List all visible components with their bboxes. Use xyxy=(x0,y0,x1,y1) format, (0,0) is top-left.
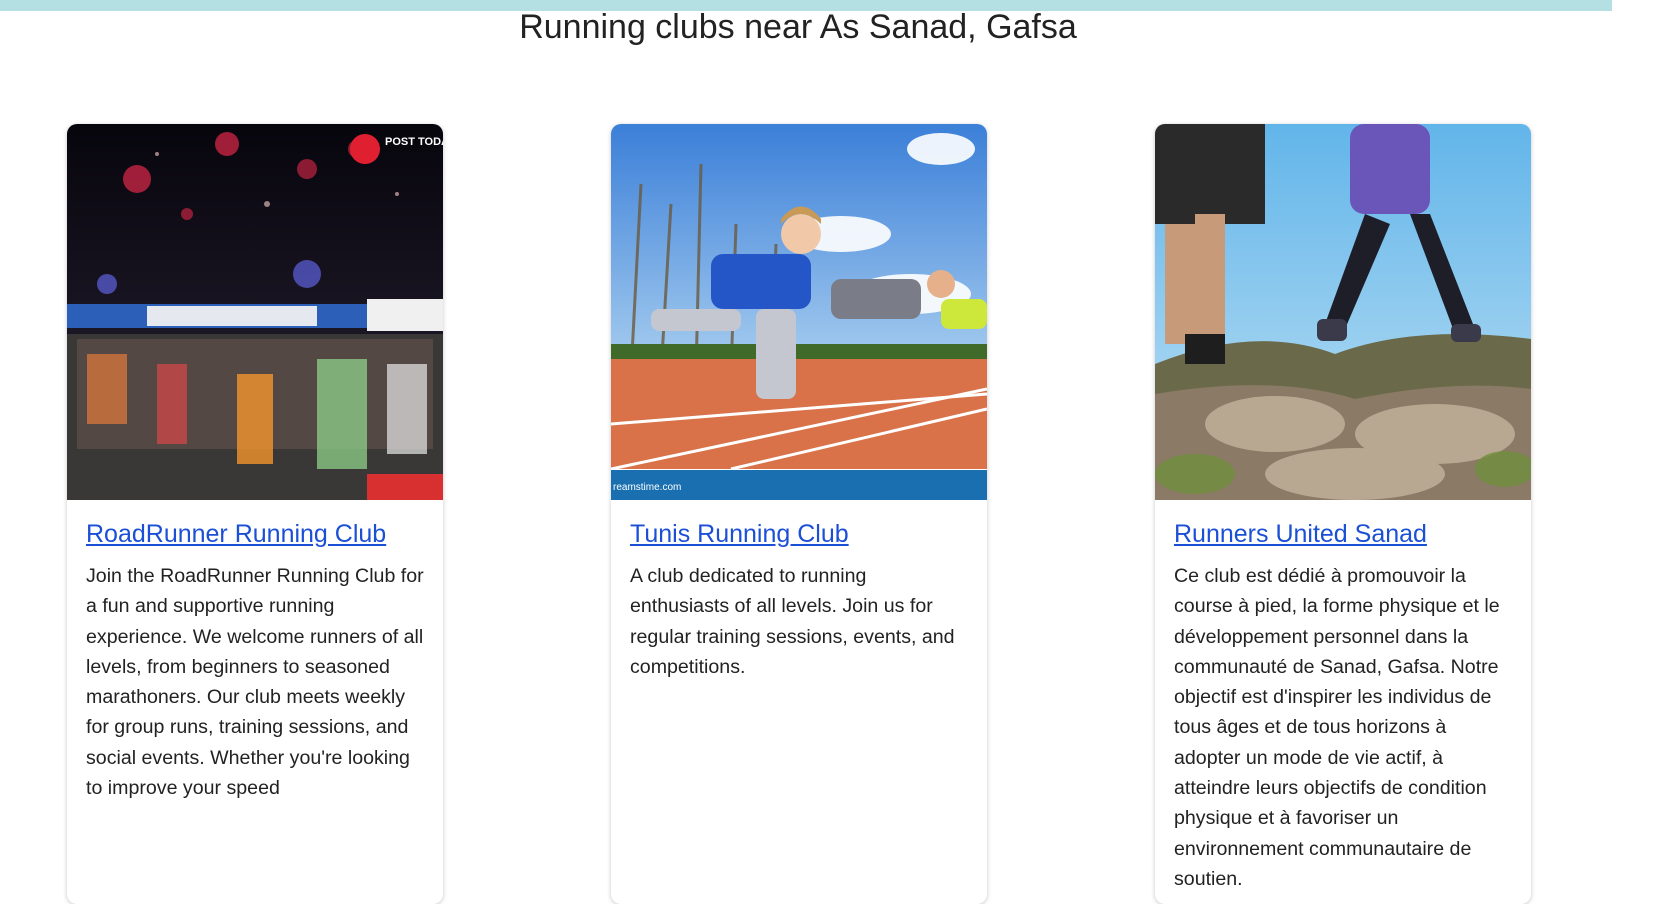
club-image[interactable]: reamstime.com xyxy=(611,124,987,500)
club-image[interactable] xyxy=(1155,124,1531,500)
club-card: Runners United Sanad Ce club est dédié à… xyxy=(1155,124,1531,904)
club-name-link[interactable]: RoadRunner Running Club xyxy=(86,520,386,549)
badge-text: POST TODAY xyxy=(385,136,443,148)
watermark-text: reamstime.com xyxy=(613,482,681,493)
track-start-photo-icon: reamstime.com xyxy=(611,124,987,500)
club-description: Join the RoadRunner Running Club for a f… xyxy=(86,565,424,800)
club-card: reamstime.com Tunis Running Club A club … xyxy=(611,124,987,904)
page-title: Running clubs near As Sanad, Gafsa xyxy=(519,8,1077,46)
night-marathon-photo-icon: POST TODAY xyxy=(67,124,443,500)
club-image[interactable]: POST TODAY xyxy=(67,124,443,500)
club-name-link[interactable]: Tunis Running Club xyxy=(630,520,849,549)
club-description: Ce club est dédié à promouvoir la course… xyxy=(1174,565,1500,890)
club-description: A club dedicated to running enthusiasts … xyxy=(630,565,955,678)
badge-logo-icon xyxy=(350,134,380,164)
club-name-link[interactable]: Runners United Sanad xyxy=(1174,520,1427,549)
trail-running-photo-icon xyxy=(1155,124,1531,500)
club-card: POST TODAY RoadRunner Running Club Join … xyxy=(67,124,443,904)
